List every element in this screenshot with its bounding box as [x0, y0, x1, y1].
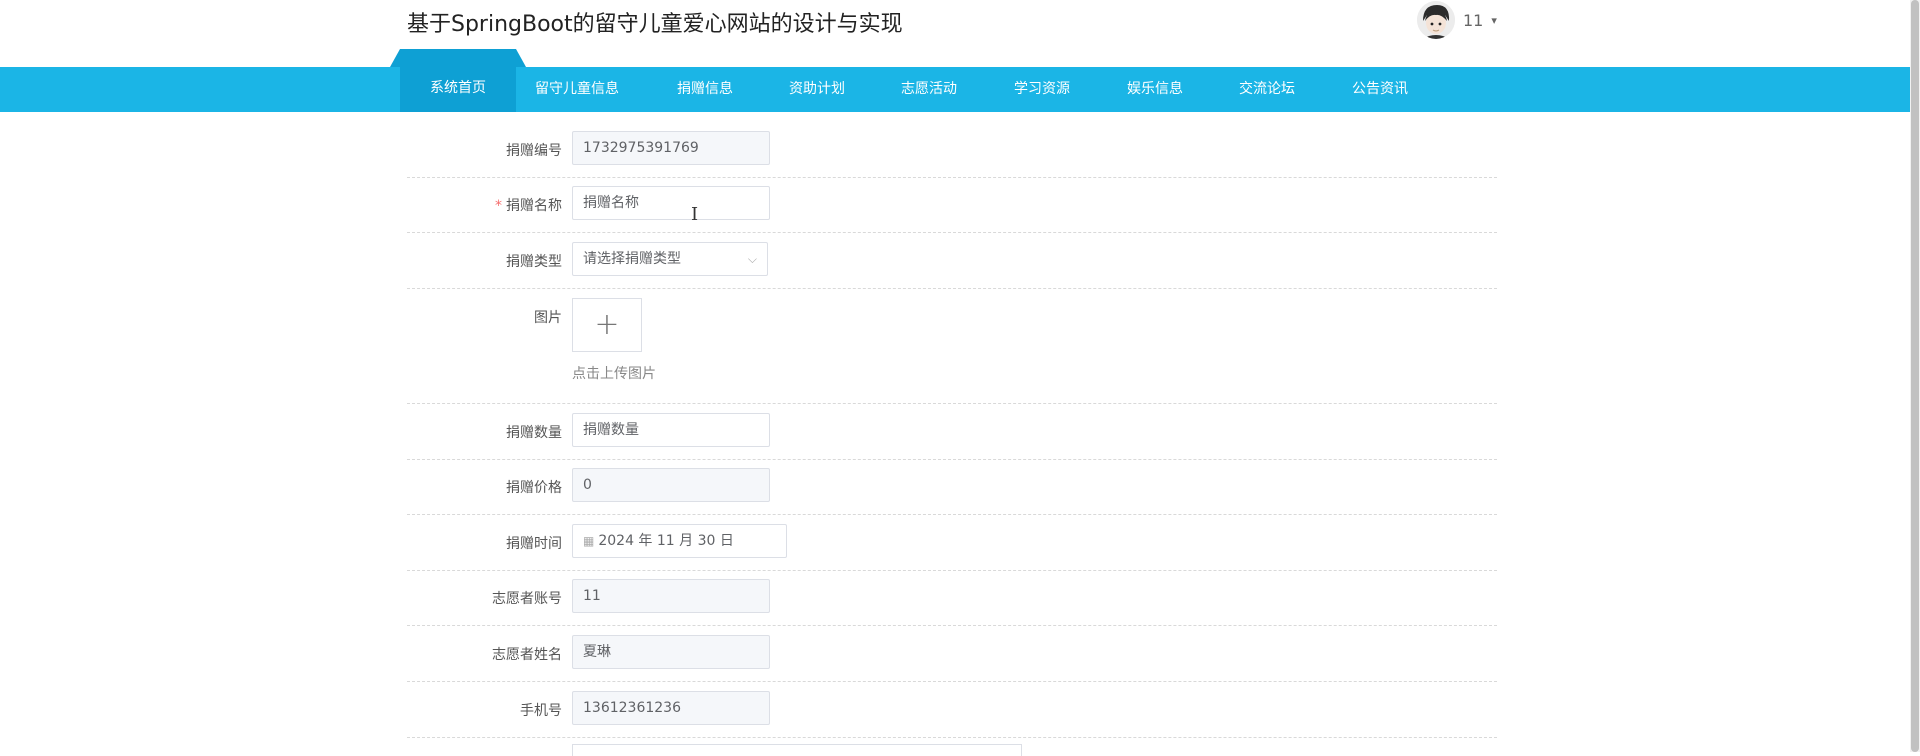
calendar-icon: ▦ [583, 534, 595, 548]
nav-item-donations[interactable]: 捐赠信息 [677, 67, 733, 112]
nav-item-entertainment[interactable]: 娱乐信息 [1127, 67, 1183, 112]
volunteer-name-label: 志愿者姓名 [492, 647, 562, 663]
form-row-volunteer-name: 志愿者姓名 夏琳 [407, 626, 1497, 682]
form-row-volunteer-account: 志愿者账号 11 [407, 571, 1497, 626]
donation-type-label: 捐赠类型 [506, 254, 562, 270]
nav-item-volunteer-activity[interactable]: 志愿活动 [901, 67, 957, 112]
scrollbar[interactable] [1910, 0, 1920, 752]
picture-label: 图片 [534, 310, 562, 326]
form-row-donation-time: 捐赠时间 ▦ 2024 年 11 月 30 日 [407, 515, 1497, 571]
upload-hint: 点击上传图片 [572, 366, 656, 382]
required-mark: * [495, 198, 502, 214]
volunteer-account-label: 志愿者账号 [492, 591, 562, 607]
phone-field[interactable]: 13612361236 [572, 691, 770, 725]
form-row-donation-name: * 捐赠名称 捐赠名称 [407, 178, 1497, 233]
donation-name-label: * 捐赠名称 [407, 195, 562, 215]
chevron-down-icon[interactable]: ▾ [1491, 14, 1497, 27]
form-row-donation-type: 捐赠类型 请选择捐赠类型 ⌵ [407, 233, 1497, 289]
donation-name-label-text: 捐赠名称 [506, 198, 562, 214]
donation-time-picker[interactable]: ▦ 2024 年 11 月 30 日 [572, 524, 787, 558]
form-row-donation-qty: 捐赠数量 捐赠数量 [407, 404, 1497, 460]
donation-price-label: 捐赠价格 [506, 480, 562, 496]
scrollbar-thumb[interactable] [1911, 0, 1919, 752]
form-row-phone: 手机号 13612361236 [407, 682, 1497, 738]
volunteer-account-field[interactable]: 11 [572, 579, 770, 613]
chevron-down-icon: ⌵ [747, 252, 757, 266]
form-row-picture: 图片 + 点击上传图片 [407, 289, 1497, 404]
donation-price-field[interactable]: 0 [572, 468, 770, 502]
nav-item-learning-resources[interactable]: 学习资源 [1014, 67, 1070, 112]
donation-qty-input[interactable]: 捐赠数量 [572, 413, 770, 447]
donation-type-select[interactable]: 请选择捐赠类型 ⌵ [572, 242, 768, 276]
phone-label: 手机号 [520, 703, 562, 719]
form-row-donation-price: 捐赠价格 0 [407, 460, 1497, 515]
plus-icon: + [594, 307, 620, 342]
user-menu[interactable]: 11 ▾ [1417, 0, 1497, 40]
nav-item-left-behind-children[interactable]: 留守儿童信息 [535, 67, 619, 112]
upload-picture-button[interactable]: + [572, 298, 642, 352]
nav-item-forum[interactable]: 交流论坛 [1239, 67, 1295, 112]
site-header: 基于SpringBoot的留守儿童爱心网站的设计与实现 11 ▾ [0, 0, 1910, 67]
form-row-donation-no: 捐赠编号 1732975391769 [407, 122, 1497, 178]
volunteer-name-field[interactable]: 夏琳 [572, 635, 770, 669]
donation-no-label: 捐赠编号 [506, 143, 562, 159]
donation-type-placeholder: 请选择捐赠类型 [583, 251, 681, 267]
avatar[interactable] [1417, 1, 1455, 39]
nav-item-label[interactable]: 系统首页 [400, 77, 516, 97]
nav-item-funding-plan[interactable]: 资助计划 [789, 67, 845, 112]
next-field-partial[interactable] [572, 744, 1022, 756]
donation-qty-label: 捐赠数量 [506, 425, 562, 441]
site-title: 基于SpringBoot的留守儿童爱心网站的设计与实现 [407, 12, 903, 37]
nav-item-home[interactable]: 系统首页 [390, 49, 526, 112]
username[interactable]: 11 [1463, 11, 1483, 30]
donation-time-label: 捐赠时间 [506, 536, 562, 552]
nav-item-announcements[interactable]: 公告资讯 [1352, 67, 1408, 112]
donation-name-input[interactable]: 捐赠名称 [572, 186, 770, 220]
text-cursor-icon: I [691, 204, 699, 225]
donation-no-field[interactable]: 1732975391769 [572, 131, 770, 165]
donation-time-value: 2024 年 11 月 30 日 [598, 533, 734, 549]
